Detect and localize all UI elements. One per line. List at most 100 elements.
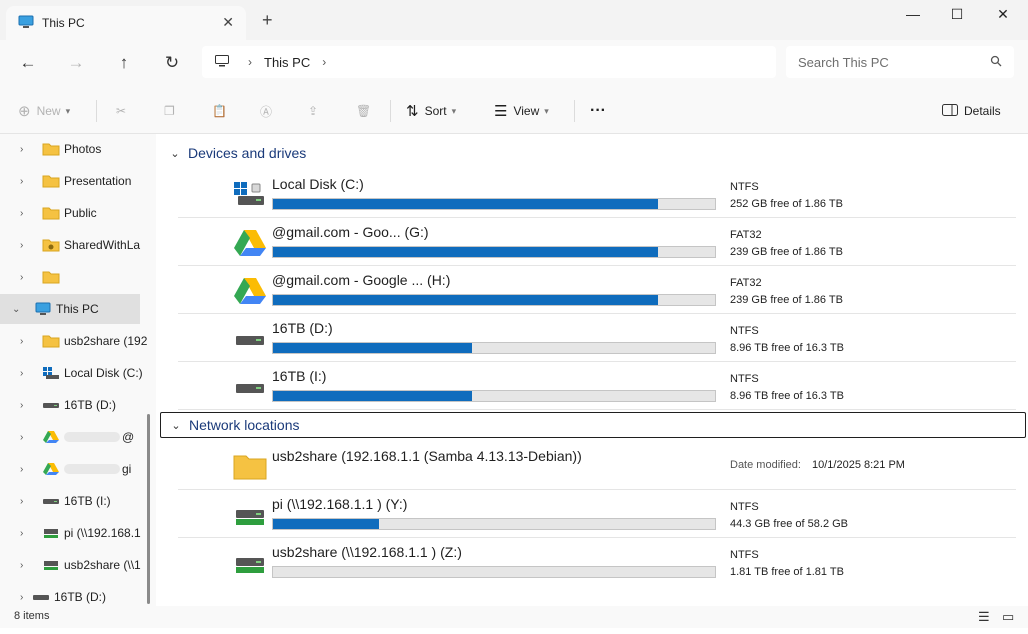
capacity-bar (272, 518, 716, 530)
sidebar-item-presentation[interactable]: › Presentation (0, 166, 150, 196)
details-pane-button[interactable]: Details (942, 100, 1001, 122)
drive-name: usb2share (\\192.168.1.1 ) (Z:) (272, 544, 462, 560)
capacity-fill (273, 391, 472, 401)
chevron-right-icon[interactable]: › (0, 432, 24, 443)
new-tab-button[interactable]: + (262, 10, 273, 31)
sort-button[interactable]: ⇅ Sort ▾ (406, 100, 456, 122)
navigation-pane: › Photos › Presentation › Public › Share… (0, 134, 156, 606)
sidebar-item-label: Local Disk (C:) (64, 366, 143, 380)
chevron-right-icon[interactable]: › (0, 208, 24, 219)
cut-button[interactable]: ✂ (116, 100, 126, 122)
sidebar-item-label: 16TB (D:) (54, 590, 107, 604)
filesystem-label: NTFS (730, 325, 759, 337)
new-label: New (36, 104, 61, 118)
search-input[interactable]: Search This PC (786, 46, 1014, 78)
paste-icon: 📋 (212, 104, 227, 118)
chevron-down-icon[interactable]: ⌄ (167, 419, 185, 432)
sidebar-item-usb2share[interactable]: › usb2share (192 (0, 326, 150, 356)
copy-button[interactable]: ❐ (164, 100, 175, 122)
chevron-right-icon[interactable]: › (0, 176, 24, 187)
sidebar-item-16tb-i[interactable]: › 16TB (I:) (0, 486, 150, 516)
drive-name: @gmail.com - Goo... (G:) (272, 224, 429, 240)
divider (390, 100, 391, 122)
back-button[interactable]: ← (16, 52, 40, 74)
close-tab-icon[interactable]: ✕ (222, 14, 234, 31)
drive-icon (42, 398, 60, 412)
chevron-down-icon[interactable]: ⌄ (166, 147, 184, 160)
sidebar-item-pi[interactable]: › pi (\\192.168.1 (0, 518, 150, 548)
sidebar-item-label: usb2share (\\1 (64, 558, 141, 572)
refresh-button[interactable]: ↻ (160, 52, 184, 74)
free-space-label: 252 GB free of 1.86 TB (730, 198, 843, 210)
sidebar-item-16tb-d-2[interactable]: › 16TB (D:) (0, 582, 150, 606)
sidebar-item-label: Public (64, 206, 97, 220)
chevron-right-icon[interactable]: › (0, 464, 24, 475)
filesystem-label: NTFS (730, 181, 759, 193)
new-button[interactable]: ⊕ New ▾ (18, 100, 70, 122)
sidebar-item-local-disk-c[interactable]: › Local Disk (C:) (0, 358, 150, 388)
date-modified-label: Date modified: (730, 459, 801, 471)
chevron-down-icon: ▾ (451, 105, 457, 116)
view-button[interactable]: ☰ View ▾ (494, 100, 549, 122)
up-button[interactable]: ↑ (112, 52, 136, 74)
maximize-button[interactable]: ☐ (934, 4, 980, 24)
more-options-button[interactable]: ··· (590, 100, 606, 122)
tiles-view-icon[interactable]: ▭ (1002, 609, 1014, 625)
group-header-network[interactable]: ⌄ Network locations (160, 412, 1026, 438)
sidebar-scrollbar[interactable] (147, 414, 150, 604)
sidebar-item-folder[interactable]: › (0, 262, 150, 292)
folder-icon (232, 452, 268, 482)
breadcrumb[interactable]: This PC (264, 55, 310, 70)
chevron-right-icon[interactable]: › (0, 272, 24, 283)
details-view-icon[interactable]: ☰ (978, 609, 990, 625)
drive-item-g[interactable]: @gmail.com - Goo... (G:) FAT32 239 GB fr… (178, 218, 1016, 266)
rename-button[interactable]: Ⓐ (260, 100, 272, 122)
chevron-right-icon[interactable]: › (0, 368, 24, 379)
content-pane: ⌄ Devices and drives Local Disk (C:) NTF… (156, 134, 1028, 606)
capacity-fill (273, 247, 658, 257)
drive-item-c[interactable]: Local Disk (C:) NTFS 252 GB free of 1.86… (178, 170, 1016, 218)
chevron-right-icon[interactable]: › (0, 560, 24, 571)
chevron-right-icon[interactable]: › (0, 528, 24, 539)
forward-button[interactable]: → (64, 52, 88, 74)
chevron-down-icon: ▾ (544, 105, 549, 116)
divider (574, 100, 575, 122)
capacity-fill (273, 519, 380, 529)
search-placeholder: Search This PC (798, 54, 889, 70)
chevron-right-icon[interactable]: › (322, 55, 326, 69)
drive-item-d[interactable]: 16TB (D:) NTFS 8.96 TB free of 16.3 TB (178, 314, 1016, 362)
sidebar-item-photos[interactable]: › Photos (0, 134, 150, 164)
sidebar-item-16tb-d[interactable]: › 16TB (D:) (0, 390, 150, 420)
network-item-pi-y[interactable]: pi (\\192.168.1.1 ) (Y:) NTFS 44.3 GB fr… (178, 490, 1016, 538)
sidebar-item-google-drive-h[interactable]: › gi (0, 454, 150, 484)
chevron-right-icon[interactable]: › (0, 496, 24, 507)
folder-icon (42, 142, 60, 156)
sidebar-item-public[interactable]: › Public (0, 198, 150, 228)
chevron-right-icon[interactable]: › (0, 144, 24, 155)
close-window-button[interactable]: ✕ (980, 4, 1026, 24)
sidebar-item-this-pc[interactable]: ⌄ This PC (0, 294, 140, 324)
group-header-devices[interactable]: ⌄ Devices and drives (160, 140, 1026, 166)
chevron-right-icon[interactable]: › (0, 592, 24, 603)
chevron-right-icon[interactable]: › (0, 336, 24, 347)
tab-this-pc[interactable]: This PC ✕ (6, 6, 246, 40)
share-button[interactable]: ⇪ (308, 100, 318, 122)
network-item-usb2share-z[interactable]: usb2share (\\192.168.1.1 ) (Z:) NTFS 1.8… (178, 538, 1016, 586)
filesystem-label: FAT32 (730, 229, 762, 241)
sidebar-item-google-drive-g[interactable]: › @ (0, 422, 150, 452)
sidebar-item-usb2share-z[interactable]: › usb2share (\\1 (0, 550, 150, 580)
sidebar-item-label: Photos (64, 142, 102, 156)
drive-icon (232, 372, 268, 402)
chevron-right-icon[interactable]: › (248, 55, 252, 69)
chevron-right-icon[interactable]: › (0, 240, 24, 251)
chevron-down-icon[interactable]: ⌄ (0, 304, 24, 315)
drive-item-i[interactable]: 16TB (I:) NTFS 8.96 TB free of 16.3 TB (178, 362, 1016, 410)
chevron-right-icon[interactable]: › (0, 400, 24, 411)
address-bar[interactable]: › This PC › (202, 46, 776, 78)
paste-button[interactable]: 📋 (212, 100, 227, 122)
minimize-button[interactable]: — (890, 4, 936, 24)
sidebar-item-shared[interactable]: › SharedWithLa (0, 230, 150, 260)
drive-item-h[interactable]: @gmail.com - Google ... (H:) FAT32 239 G… (178, 266, 1016, 314)
delete-button[interactable]: 🗑 (356, 100, 371, 122)
network-item-usb2share[interactable]: usb2share (192.168.1.1 (Samba 4.13.13-De… (178, 442, 1016, 490)
